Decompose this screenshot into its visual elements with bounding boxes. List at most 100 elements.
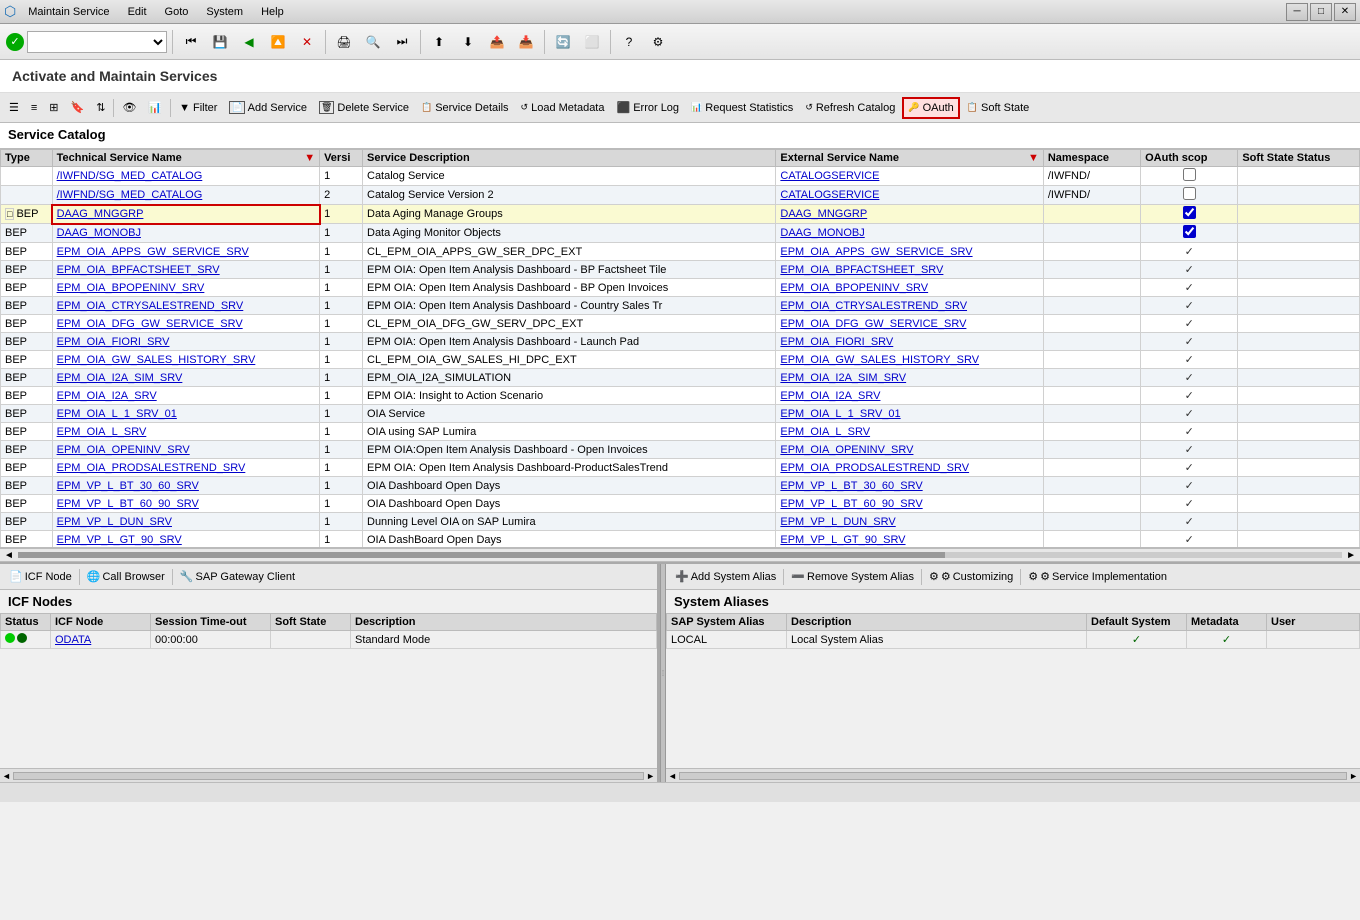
cell-tech-name[interactable]: EPM_OIA_APPS_GW_SERVICE_SRV (52, 243, 319, 261)
export-button[interactable]: 📥 (513, 29, 539, 55)
execute-button[interactable]: ✓ (6, 33, 24, 51)
cell-ext-name[interactable]: EPM_OIA_BPOPENINV_SRV (776, 279, 1043, 297)
service-catalog-table-container[interactable]: Type Technical Service Name ▼ Versi Serv… (0, 148, 1360, 548)
col-ext-name[interactable]: External Service Name ▼ (776, 150, 1043, 167)
cell-tech-name[interactable]: DAAG_MONOBJ (52, 224, 319, 243)
table-row[interactable]: /IWFND/SG_MED_CATALOG1Catalog ServiceCAT… (1, 167, 1360, 186)
left-scroll-left[interactable]: ◄ (2, 771, 11, 781)
sort-button[interactable]: ⇅ (91, 97, 110, 119)
print-button[interactable]: 🖨 (331, 29, 357, 55)
table-row[interactable]: BEPEPM_OIA_L_SRV1OIA using SAP LumiraEPM… (1, 423, 1360, 441)
right-scroll-right[interactable]: ► (1349, 771, 1358, 781)
table-row[interactable]: BEPEPM_OIA_I2A_SRV1EPM OIA: Insight to A… (1, 387, 1360, 405)
cell-oauth[interactable]: ✓ (1141, 243, 1238, 261)
oauth-button[interactable]: 🔑 OAuth (902, 97, 959, 119)
table-row[interactable]: □BEPDAAG_MNGGRP1Data Aging Manage Groups… (1, 205, 1360, 224)
cell-oauth[interactable]: ✓ (1141, 531, 1238, 549)
collapse-button[interactable]: ⬇ (455, 29, 481, 55)
table-row[interactable]: BEPEPM_OIA_I2A_SIM_SRV1EPM_OIA_I2A_SIMUL… (1, 369, 1360, 387)
table-row[interactable]: BEPEPM_VP_L_GT_90_SRV1OIA DashBoard Open… (1, 531, 1360, 549)
cell-tech-name[interactable]: EPM_VP_L_BT_30_60_SRV (52, 477, 319, 495)
table-row[interactable]: BEPEPM_VP_L_DUN_SRV1Dunning Level OIA on… (1, 513, 1360, 531)
cell-tech-name[interactable]: EPM_OIA_BPOPENINV_SRV (52, 279, 319, 297)
cell-tech-name[interactable]: EPM_VP_L_GT_90_SRV (52, 531, 319, 549)
icf-node-tab[interactable]: 📄 ICF Node (4, 567, 77, 587)
left-scroll-right[interactable]: ► (646, 771, 655, 781)
cell-oauth[interactable]: ✓ (1141, 441, 1238, 459)
cell-ext-name[interactable]: EPM_OIA_OPENINV_SRV (776, 441, 1043, 459)
find-next-button[interactable]: ⏭ (389, 29, 415, 55)
cell-ext-name[interactable]: EPM_OIA_APPS_GW_SERVICE_SRV (776, 243, 1043, 261)
load-metadata-button[interactable]: ↺ Load Metadata (516, 97, 610, 119)
cell-tech-name[interactable]: EPM_OIA_PRODSALESTREND_SRV (52, 459, 319, 477)
table-row[interactable]: BEPEPM_OIA_APPS_GW_SERVICE_SRV1CL_EPM_OI… (1, 243, 1360, 261)
cell-ext-name[interactable]: DAAG_MNGGRP (776, 205, 1043, 224)
table-row[interactable]: BEPEPM_OIA_GW_SALES_HISTORY_SRV1CL_EPM_O… (1, 351, 1360, 369)
cell-tech-name[interactable]: /IWFND/SG_MED_CATALOG (52, 186, 319, 205)
call-browser-tab[interactable]: 🌐 Call Browser (82, 567, 170, 587)
cell-tech-name[interactable]: EPM_OIA_OPENINV_SRV (52, 441, 319, 459)
left-scroll-track[interactable] (13, 772, 644, 780)
cell-ext-name[interactable]: EPM_OIA_FIORI_SRV (776, 333, 1043, 351)
cell-tech-name[interactable]: EPM_OIA_L_SRV (52, 423, 319, 441)
cell-oauth[interactable]: ✓ (1141, 477, 1238, 495)
cell-oauth[interactable]: ✓ (1141, 297, 1238, 315)
menu-system[interactable]: System (198, 4, 251, 20)
error-log-button[interactable]: ⬛ Error Log (611, 97, 684, 119)
expand-button[interactable]: ⬆ (426, 29, 452, 55)
cell-tech-name[interactable]: EPM_OIA_DFG_GW_SERVICE_SRV (52, 315, 319, 333)
cell-tech-name[interactable]: EPM_OIA_CTRYSALESTREND_SRV (52, 297, 319, 315)
cell-oauth[interactable] (1141, 224, 1238, 243)
cell-ext-name[interactable]: CATALOGSERVICE (776, 167, 1043, 186)
cell-tech-name[interactable]: /IWFND/SG_MED_CATALOG (52, 167, 319, 186)
cell-ext-name[interactable]: EPM_OIA_DFG_GW_SERVICE_SRV (776, 315, 1043, 333)
icf-nodes-table-container[interactable]: Status ICF Node Session Time-out Soft St… (0, 613, 657, 768)
col-tech-name[interactable]: Technical Service Name ▼ (52, 150, 319, 167)
table-row[interactable]: BEPEPM_VP_L_BT_30_60_SRV1OIA Dashboard O… (1, 477, 1360, 495)
cell-oauth[interactable]: ✓ (1141, 387, 1238, 405)
table-row[interactable]: BEPEPM_OIA_OPENINV_SRV1EPM OIA:Open Item… (1, 441, 1360, 459)
maximize-button[interactable]: □ (1310, 3, 1332, 21)
cell-tech-name[interactable]: EPM_VP_L_DUN_SRV (52, 513, 319, 531)
new-button[interactable]: ⬜ (579, 29, 605, 55)
cell-ext-name[interactable]: EPM_OIA_L_1_SRV_01 (776, 405, 1043, 423)
icf-node-cell[interactable]: ODATA (51, 631, 151, 649)
request-statistics-button[interactable]: 📊 Request Statistics (686, 97, 798, 119)
refresh-button[interactable]: 🔄 (550, 29, 576, 55)
refresh-catalog-button[interactable]: ↺ Refresh Catalog (800, 97, 900, 119)
remove-system-alias-button[interactable]: ➖ Remove System Alias (786, 567, 919, 587)
menu-goto[interactable]: Goto (157, 4, 197, 20)
service-details-button[interactable]: 📋 Service Details (416, 97, 514, 119)
view-button[interactable]: 👁 (117, 97, 141, 119)
table-row[interactable]: BEPEPM_OIA_CTRYSALESTREND_SRV1EPM OIA: O… (1, 297, 1360, 315)
sap-gateway-tab[interactable]: 🔧 SAP Gateway Client (175, 567, 300, 587)
alias-data-row[interactable]: LOCAL Local System Alias ✓ ✓ (667, 631, 1360, 649)
close-button[interactable]: ✕ (1334, 3, 1356, 21)
hierarchical-button[interactable]: ⊞ (44, 97, 63, 119)
cell-oauth[interactable]: ✓ (1141, 261, 1238, 279)
system-aliases-table-container[interactable]: SAP System Alias Description Default Sys… (666, 613, 1360, 768)
multiselect-button[interactable]: ☰ (4, 97, 24, 119)
table-row[interactable]: BEPEPM_OIA_DFG_GW_SERVICE_SRV1CL_EPM_OIA… (1, 315, 1360, 333)
delete-service-button[interactable]: 🗑 Delete Service (314, 97, 414, 119)
cell-oauth[interactable]: ✓ (1141, 513, 1238, 531)
customizing-button[interactable]: ⚙⚙ Customizing (924, 567, 1018, 587)
command-field[interactable] (27, 31, 167, 53)
cell-ext-name[interactable]: CATALOGSERVICE (776, 186, 1043, 205)
first-button[interactable]: ⏮ (178, 29, 204, 55)
add-system-alias-button[interactable]: ➕ Add System Alias (670, 567, 781, 587)
list-button[interactable]: ≡ (26, 97, 42, 119)
right-scroll-left[interactable]: ◄ (668, 771, 677, 781)
scroll-right[interactable]: ► (1346, 550, 1356, 561)
cell-tech-name[interactable]: EPM_OIA_BPFACTSHEET_SRV (52, 261, 319, 279)
service-implementation-button[interactable]: ⚙⚙ Service Implementation (1023, 567, 1172, 587)
cell-ext-name[interactable]: EPM_VP_L_BT_60_90_SRV (776, 495, 1043, 513)
up-button[interactable]: 🔼 (265, 29, 291, 55)
find-button[interactable]: 🔍 (360, 29, 386, 55)
cell-oauth[interactable] (1141, 186, 1238, 205)
cell-oauth[interactable]: ✓ (1141, 333, 1238, 351)
cell-oauth[interactable]: ✓ (1141, 495, 1238, 513)
table-row[interactable]: BEPEPM_OIA_L_1_SRV_011OIA ServiceEPM_OIA… (1, 405, 1360, 423)
cell-ext-name[interactable]: EPM_OIA_I2A_SIM_SRV (776, 369, 1043, 387)
table-row[interactable]: BEPEPM_VP_L_BT_60_90_SRV1OIA Dashboard O… (1, 495, 1360, 513)
